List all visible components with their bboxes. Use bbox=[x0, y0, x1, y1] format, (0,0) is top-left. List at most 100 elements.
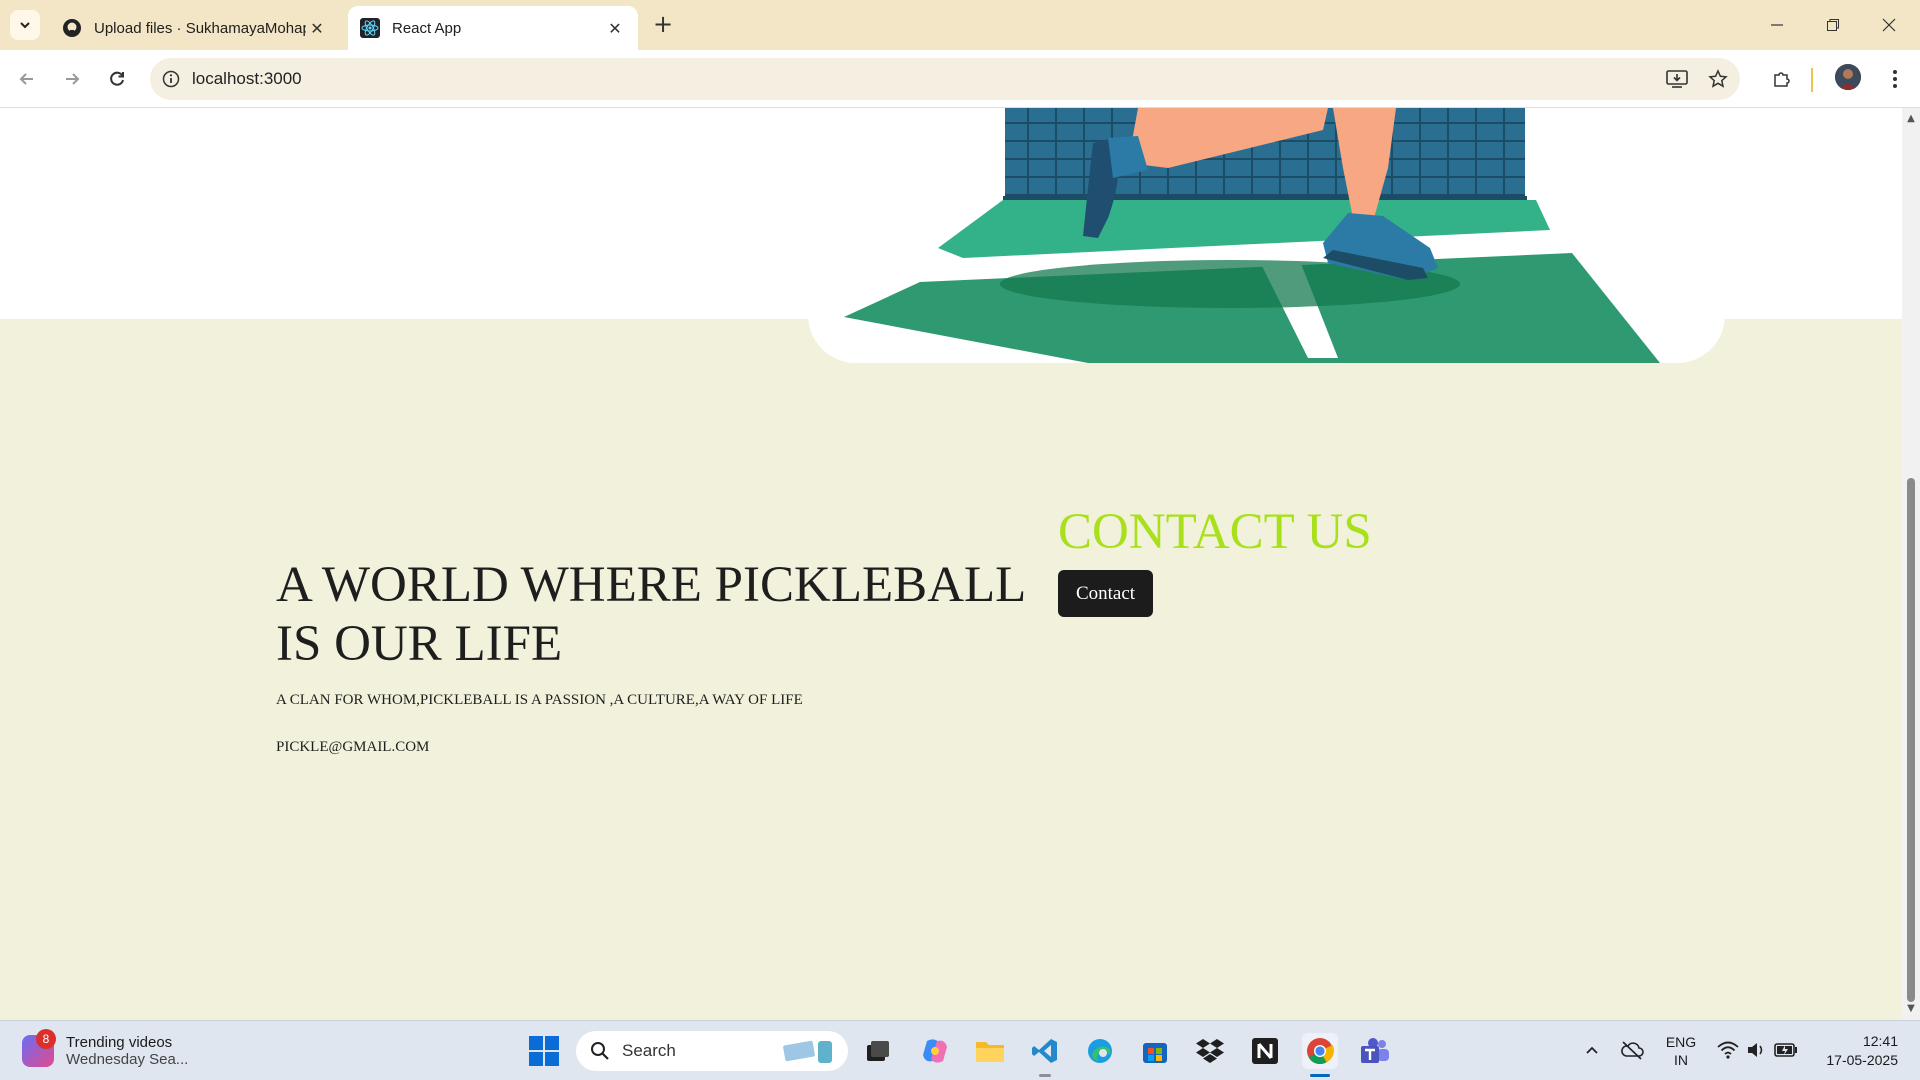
address-bar[interactable]: localhost:3000 bbox=[150, 58, 1740, 100]
github-icon bbox=[63, 19, 81, 37]
reload-button[interactable] bbox=[102, 64, 132, 94]
arrow-left-icon bbox=[19, 73, 33, 85]
scrollbar-thumb[interactable] bbox=[1907, 478, 1915, 1002]
taskbar-search-box[interactable]: Search bbox=[576, 1031, 848, 1071]
pickleball-player-illustration bbox=[844, 108, 1660, 363]
widgets-button[interactable]: 8 Trending videos Wednesday Sea... bbox=[22, 1029, 242, 1071]
region-code: IN bbox=[1674, 1052, 1688, 1068]
menu-button[interactable] bbox=[1880, 64, 1910, 94]
star-icon bbox=[1708, 69, 1728, 88]
search-placeholder: Search bbox=[622, 1041, 676, 1060]
minimize-icon bbox=[1771, 24, 1783, 26]
widget-subtitle: Wednesday Sea... bbox=[66, 1051, 189, 1068]
site-info-icon[interactable] bbox=[150, 58, 192, 100]
puzzle-icon bbox=[1774, 72, 1790, 87]
chrome-icon bbox=[1307, 1038, 1334, 1065]
taskbar-copilot[interactable] bbox=[917, 1033, 953, 1069]
install-icon bbox=[1666, 70, 1688, 88]
cloud-off-icon bbox=[1621, 1041, 1644, 1060]
clock-time: 12:41 bbox=[1862, 1033, 1898, 1049]
about-section: A WORLD WHERE PICKLEBALL IS OUR LIFE A C… bbox=[276, 556, 1036, 756]
contact-heading: CONTACT US bbox=[1058, 504, 1372, 560]
restore-button[interactable] bbox=[1810, 8, 1856, 42]
taskbar-vscode[interactable] bbox=[1027, 1033, 1063, 1077]
contact-button[interactable]: Contact bbox=[1058, 570, 1153, 617]
close-icon[interactable]: ✕ bbox=[306, 17, 328, 39]
page-headline: A WORLD WHERE PICKLEBALL IS OUR LIFE bbox=[276, 556, 1036, 674]
extensions-button[interactable] bbox=[1767, 64, 1797, 94]
network-status[interactable] bbox=[1714, 1035, 1742, 1065]
store-icon bbox=[1143, 1043, 1167, 1063]
bookmark-button[interactable] bbox=[1703, 64, 1733, 94]
tab-search-button[interactable] bbox=[10, 10, 40, 40]
taskbar-file-explorer[interactable] bbox=[972, 1033, 1008, 1069]
more-vertical-icon bbox=[1893, 70, 1897, 88]
system-clock[interactable]: 12:41 17-05-2025 bbox=[1808, 1032, 1898, 1070]
vscode-icon bbox=[1032, 1039, 1057, 1063]
tab-react-app[interactable]: React App ✕ bbox=[348, 6, 638, 50]
contact-email: PICKLE@GMAIL.COM bbox=[276, 739, 430, 755]
copilot-icon bbox=[923, 1039, 947, 1063]
reload-icon bbox=[110, 71, 124, 86]
scroll-down-icon[interactable]: ▼ bbox=[1906, 1004, 1916, 1014]
windows-taskbar: 8 Trending videos Wednesday Sea... Searc… bbox=[0, 1020, 1920, 1080]
edge-icon bbox=[1088, 1039, 1112, 1063]
search-icon bbox=[591, 1042, 609, 1060]
widget-title: Trending videos bbox=[66, 1034, 173, 1051]
close-icon bbox=[1882, 18, 1896, 32]
minimize-button[interactable] bbox=[1754, 8, 1800, 42]
profile-avatar[interactable] bbox=[1835, 64, 1861, 90]
taskbar-edge[interactable] bbox=[1082, 1033, 1118, 1069]
clock-date: 17-05-2025 bbox=[1826, 1052, 1898, 1068]
folder-icon bbox=[976, 1042, 1004, 1062]
hero-illustration bbox=[808, 108, 1725, 363]
taskbar-store[interactable] bbox=[1137, 1033, 1173, 1069]
forward-button[interactable] bbox=[57, 64, 87, 94]
taskbar-teams[interactable] bbox=[1357, 1033, 1393, 1069]
url-text: localhost:3000 bbox=[192, 69, 302, 88]
dropbox-icon bbox=[1196, 1039, 1224, 1063]
show-hidden-icons[interactable] bbox=[1578, 1035, 1606, 1065]
browser-tab-strip: Upload files · SukhamayaMohapatra ✕ Reac… bbox=[0, 0, 1920, 50]
taskbar-notion[interactable] bbox=[1247, 1033, 1283, 1069]
new-tab-button[interactable]: + bbox=[650, 12, 676, 38]
tab-upload-files[interactable]: Upload files · SukhamayaMohapatra ✕ bbox=[50, 6, 340, 50]
notification-badge: 8 bbox=[36, 1029, 56, 1049]
onedrive-status[interactable] bbox=[1618, 1035, 1646, 1065]
widgets-icon: 8 bbox=[22, 1029, 56, 1067]
scroll-up-icon[interactable]: ▲ bbox=[1906, 114, 1916, 124]
toolbar-divider bbox=[1811, 68, 1813, 92]
language-code: ENG bbox=[1665, 1034, 1697, 1050]
windows-start-icon[interactable] bbox=[528, 1035, 560, 1067]
tab-title: React App bbox=[392, 19, 462, 37]
teams-icon bbox=[1361, 1038, 1389, 1063]
page-content: A WORLD WHERE PICKLEBALL IS OUR LIFE A C… bbox=[0, 108, 1902, 1020]
arrow-right-icon bbox=[66, 73, 80, 85]
react-icon bbox=[360, 18, 380, 38]
battery-charging-icon bbox=[1774, 1043, 1797, 1057]
headline-line-1: A WORLD WHERE PICKLEBALL bbox=[276, 557, 1027, 613]
chevron-down-icon bbox=[20, 22, 30, 29]
browser-toolbar: localhost:3000 bbox=[0, 50, 1920, 108]
close-icon[interactable]: ✕ bbox=[604, 17, 626, 39]
headline-line-2: IS OUR LIFE bbox=[276, 616, 563, 672]
battery-status[interactable] bbox=[1772, 1035, 1800, 1065]
input-language[interactable]: ENG IN bbox=[1664, 1033, 1698, 1069]
chevron-up-icon bbox=[1586, 1046, 1598, 1054]
travel-highlight-icon bbox=[783, 1040, 832, 1063]
task-view-icon bbox=[867, 1041, 889, 1061]
page-scrollbar[interactable]: ▲ ▼ bbox=[1902, 108, 1920, 1020]
taskbar-dropbox[interactable] bbox=[1192, 1033, 1228, 1069]
volume-control[interactable] bbox=[1742, 1035, 1770, 1065]
tab-title: Upload files · SukhamayaMohapatra bbox=[94, 19, 306, 37]
running-indicator bbox=[1310, 1074, 1330, 1077]
wifi-icon bbox=[1717, 1041, 1739, 1059]
speaker-icon bbox=[1748, 1043, 1763, 1057]
taskbar-task-view[interactable] bbox=[860, 1033, 896, 1069]
back-button[interactable] bbox=[12, 64, 42, 94]
taskbar-chrome[interactable] bbox=[1302, 1033, 1338, 1077]
restore-icon bbox=[1827, 19, 1839, 31]
running-indicator bbox=[1039, 1074, 1051, 1077]
install-app-button[interactable] bbox=[1662, 64, 1692, 94]
close-window-button[interactable] bbox=[1866, 8, 1912, 42]
